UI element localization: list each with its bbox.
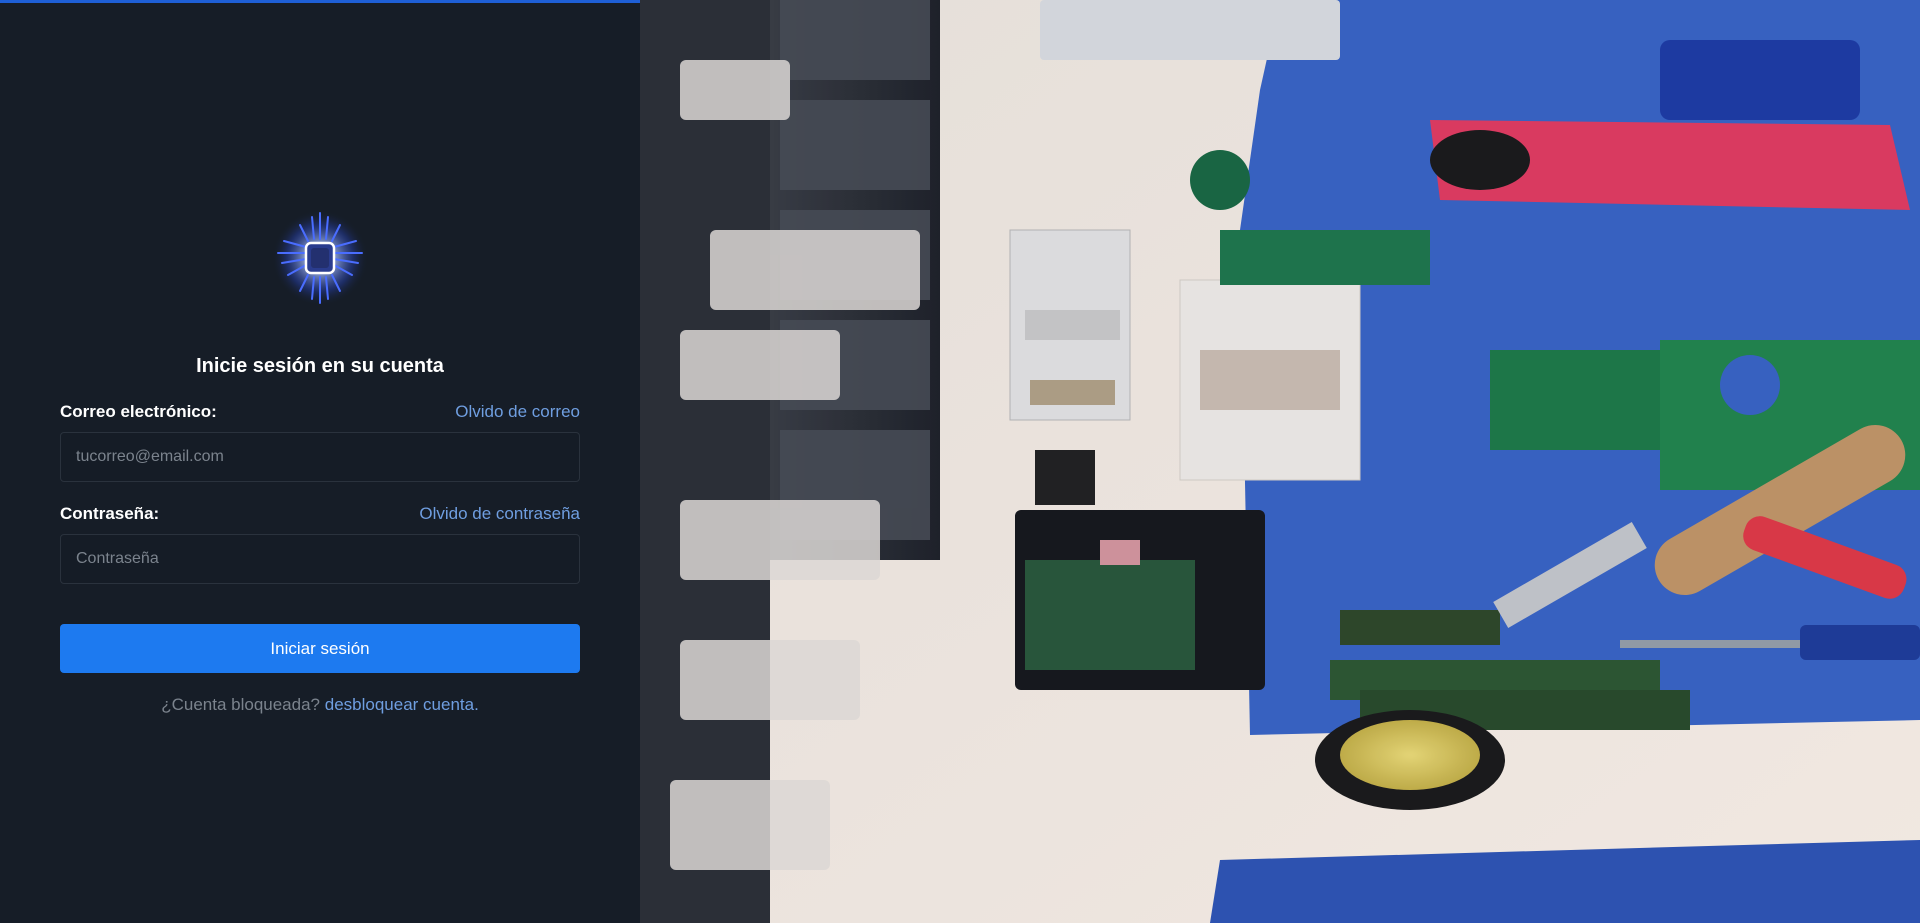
locked-account-line: ¿Cuenta bloqueada? desbloquear cuenta.: [60, 695, 580, 715]
login-form: Inicie sesión en su cuenta Correo electr…: [60, 203, 580, 715]
password-label-row: Contraseña: Olvido de contraseña: [60, 504, 580, 524]
email-label: Correo electrónico:: [60, 402, 217, 421]
password-label: Contraseña:: [60, 504, 160, 523]
forgot-email-link[interactable]: Olvido de correo: [455, 402, 580, 422]
password-input[interactable]: [60, 534, 580, 584]
unlock-account-link[interactable]: desbloquear cuenta.: [325, 695, 479, 714]
login-page: Inicie sesión en su cuenta Correo electr…: [0, 0, 1920, 923]
email-group: Correo electrónico: Olvido de correo: [60, 402, 580, 482]
locked-account-text: ¿Cuenta bloqueada?: [161, 695, 320, 714]
electronics-workbench-photo: [640, 0, 1920, 923]
login-panel: Inicie sesión en su cuenta Correo electr…: [0, 0, 640, 923]
login-button[interactable]: Iniciar sesión: [60, 624, 580, 673]
microchip-icon: [272, 210, 368, 306]
email-label-row: Correo electrónico: Olvido de correo: [60, 402, 580, 422]
forgot-password-link[interactable]: Olvido de contraseña: [419, 504, 580, 524]
hero-image: [640, 0, 1920, 923]
email-input[interactable]: [60, 432, 580, 482]
password-group: Contraseña: Olvido de contraseña: [60, 504, 580, 584]
page-title: Inicie sesión en su cuenta: [196, 355, 444, 377]
